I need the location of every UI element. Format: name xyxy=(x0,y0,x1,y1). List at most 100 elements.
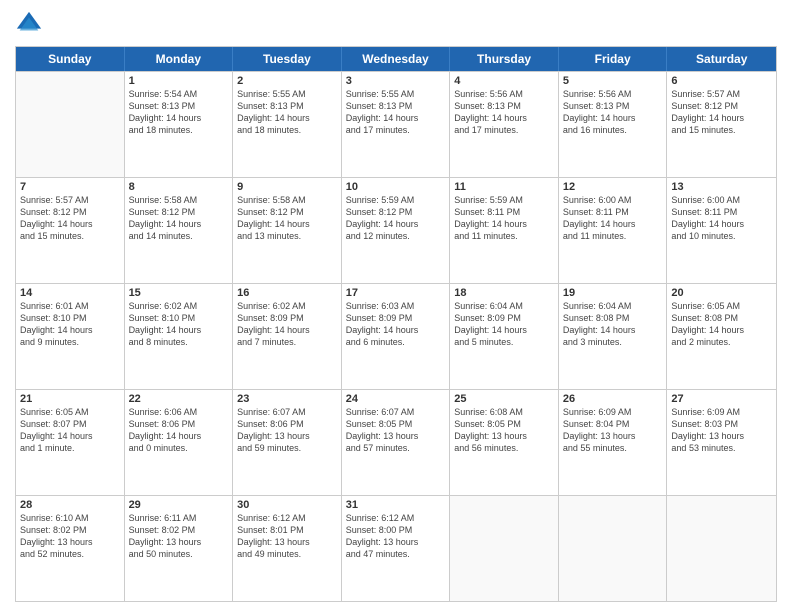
cell-info: Sunrise: 6:02 AM Sunset: 8:09 PM Dayligh… xyxy=(237,300,337,349)
calendar-cell: 5Sunrise: 5:56 AM Sunset: 8:13 PM Daylig… xyxy=(559,72,668,177)
logo-icon xyxy=(15,10,43,38)
calendar-cell: 3Sunrise: 5:55 AM Sunset: 8:13 PM Daylig… xyxy=(342,72,451,177)
day-number: 5 xyxy=(563,75,663,87)
calendar-cell: 10Sunrise: 5:59 AM Sunset: 8:12 PM Dayli… xyxy=(342,178,451,283)
cell-info: Sunrise: 6:00 AM Sunset: 8:11 PM Dayligh… xyxy=(671,194,772,243)
calendar-header-wednesday: Wednesday xyxy=(342,47,451,71)
calendar-week-0: 1Sunrise: 5:54 AM Sunset: 8:13 PM Daylig… xyxy=(16,71,776,177)
day-number: 15 xyxy=(129,287,229,299)
calendar-cell: 17Sunrise: 6:03 AM Sunset: 8:09 PM Dayli… xyxy=(342,284,451,389)
calendar-cell: 11Sunrise: 5:59 AM Sunset: 8:11 PM Dayli… xyxy=(450,178,559,283)
day-number: 30 xyxy=(237,499,337,511)
calendar-cell: 28Sunrise: 6:10 AM Sunset: 8:02 PM Dayli… xyxy=(16,496,125,601)
calendar-cell: 19Sunrise: 6:04 AM Sunset: 8:08 PM Dayli… xyxy=(559,284,668,389)
day-number: 26 xyxy=(563,393,663,405)
day-number: 28 xyxy=(20,499,120,511)
calendar-cell: 24Sunrise: 6:07 AM Sunset: 8:05 PM Dayli… xyxy=(342,390,451,495)
header xyxy=(15,10,777,38)
calendar-week-2: 14Sunrise: 6:01 AM Sunset: 8:10 PM Dayli… xyxy=(16,283,776,389)
calendar-cell: 30Sunrise: 6:12 AM Sunset: 8:01 PM Dayli… xyxy=(233,496,342,601)
cell-info: Sunrise: 6:09 AM Sunset: 8:04 PM Dayligh… xyxy=(563,406,663,455)
day-number: 13 xyxy=(671,181,772,193)
calendar-cell: 2Sunrise: 5:55 AM Sunset: 8:13 PM Daylig… xyxy=(233,72,342,177)
calendar-cell: 18Sunrise: 6:04 AM Sunset: 8:09 PM Dayli… xyxy=(450,284,559,389)
calendar-cell: 15Sunrise: 6:02 AM Sunset: 8:10 PM Dayli… xyxy=(125,284,234,389)
calendar-header-saturday: Saturday xyxy=(667,47,776,71)
day-number: 20 xyxy=(671,287,772,299)
day-number: 31 xyxy=(346,499,446,511)
calendar-header-thursday: Thursday xyxy=(450,47,559,71)
cell-info: Sunrise: 5:56 AM Sunset: 8:13 PM Dayligh… xyxy=(454,88,554,137)
day-number: 27 xyxy=(671,393,772,405)
day-number: 11 xyxy=(454,181,554,193)
calendar-cell: 20Sunrise: 6:05 AM Sunset: 8:08 PM Dayli… xyxy=(667,284,776,389)
calendar-page: SundayMondayTuesdayWednesdayThursdayFrid… xyxy=(0,0,792,612)
calendar-header-row: SundayMondayTuesdayWednesdayThursdayFrid… xyxy=(16,47,776,71)
cell-info: Sunrise: 6:04 AM Sunset: 8:08 PM Dayligh… xyxy=(563,300,663,349)
day-number: 22 xyxy=(129,393,229,405)
calendar-cell: 13Sunrise: 6:00 AM Sunset: 8:11 PM Dayli… xyxy=(667,178,776,283)
cell-info: Sunrise: 6:01 AM Sunset: 8:10 PM Dayligh… xyxy=(20,300,120,349)
cell-info: Sunrise: 6:10 AM Sunset: 8:02 PM Dayligh… xyxy=(20,512,120,561)
day-number: 18 xyxy=(454,287,554,299)
calendar-cell: 23Sunrise: 6:07 AM Sunset: 8:06 PM Dayli… xyxy=(233,390,342,495)
day-number: 10 xyxy=(346,181,446,193)
calendar-cell: 4Sunrise: 5:56 AM Sunset: 8:13 PM Daylig… xyxy=(450,72,559,177)
calendar-cell: 27Sunrise: 6:09 AM Sunset: 8:03 PM Dayli… xyxy=(667,390,776,495)
calendar-cell: 9Sunrise: 5:58 AM Sunset: 8:12 PM Daylig… xyxy=(233,178,342,283)
cell-info: Sunrise: 6:12 AM Sunset: 8:01 PM Dayligh… xyxy=(237,512,337,561)
cell-info: Sunrise: 6:12 AM Sunset: 8:00 PM Dayligh… xyxy=(346,512,446,561)
calendar-body: 1Sunrise: 5:54 AM Sunset: 8:13 PM Daylig… xyxy=(16,71,776,601)
day-number: 23 xyxy=(237,393,337,405)
cell-info: Sunrise: 6:07 AM Sunset: 8:05 PM Dayligh… xyxy=(346,406,446,455)
day-number: 25 xyxy=(454,393,554,405)
calendar-cell: 31Sunrise: 6:12 AM Sunset: 8:00 PM Dayli… xyxy=(342,496,451,601)
calendar-week-3: 21Sunrise: 6:05 AM Sunset: 8:07 PM Dayli… xyxy=(16,389,776,495)
calendar-cell xyxy=(667,496,776,601)
day-number: 16 xyxy=(237,287,337,299)
calendar-cell xyxy=(16,72,125,177)
day-number: 9 xyxy=(237,181,337,193)
calendar-header-monday: Monday xyxy=(125,47,234,71)
cell-info: Sunrise: 6:05 AM Sunset: 8:07 PM Dayligh… xyxy=(20,406,120,455)
calendar-week-1: 7Sunrise: 5:57 AM Sunset: 8:12 PM Daylig… xyxy=(16,177,776,283)
day-number: 4 xyxy=(454,75,554,87)
cell-info: Sunrise: 5:55 AM Sunset: 8:13 PM Dayligh… xyxy=(237,88,337,137)
calendar-week-4: 28Sunrise: 6:10 AM Sunset: 8:02 PM Dayli… xyxy=(16,495,776,601)
cell-info: Sunrise: 6:03 AM Sunset: 8:09 PM Dayligh… xyxy=(346,300,446,349)
calendar-header-friday: Friday xyxy=(559,47,668,71)
day-number: 17 xyxy=(346,287,446,299)
calendar-cell: 7Sunrise: 5:57 AM Sunset: 8:12 PM Daylig… xyxy=(16,178,125,283)
cell-info: Sunrise: 6:07 AM Sunset: 8:06 PM Dayligh… xyxy=(237,406,337,455)
day-number: 1 xyxy=(129,75,229,87)
calendar-cell: 6Sunrise: 5:57 AM Sunset: 8:12 PM Daylig… xyxy=(667,72,776,177)
calendar-cell: 21Sunrise: 6:05 AM Sunset: 8:07 PM Dayli… xyxy=(16,390,125,495)
cell-info: Sunrise: 5:59 AM Sunset: 8:11 PM Dayligh… xyxy=(454,194,554,243)
cell-info: Sunrise: 5:57 AM Sunset: 8:12 PM Dayligh… xyxy=(671,88,772,137)
calendar-cell: 1Sunrise: 5:54 AM Sunset: 8:13 PM Daylig… xyxy=(125,72,234,177)
cell-info: Sunrise: 6:06 AM Sunset: 8:06 PM Dayligh… xyxy=(129,406,229,455)
cell-info: Sunrise: 5:57 AM Sunset: 8:12 PM Dayligh… xyxy=(20,194,120,243)
calendar-cell: 14Sunrise: 6:01 AM Sunset: 8:10 PM Dayli… xyxy=(16,284,125,389)
calendar-cell xyxy=(559,496,668,601)
day-number: 8 xyxy=(129,181,229,193)
calendar-cell: 26Sunrise: 6:09 AM Sunset: 8:04 PM Dayli… xyxy=(559,390,668,495)
cell-info: Sunrise: 6:05 AM Sunset: 8:08 PM Dayligh… xyxy=(671,300,772,349)
cell-info: Sunrise: 5:58 AM Sunset: 8:12 PM Dayligh… xyxy=(237,194,337,243)
cell-info: Sunrise: 5:55 AM Sunset: 8:13 PM Dayligh… xyxy=(346,88,446,137)
day-number: 14 xyxy=(20,287,120,299)
cell-info: Sunrise: 6:08 AM Sunset: 8:05 PM Dayligh… xyxy=(454,406,554,455)
calendar-cell xyxy=(450,496,559,601)
cell-info: Sunrise: 6:09 AM Sunset: 8:03 PM Dayligh… xyxy=(671,406,772,455)
cell-info: Sunrise: 5:58 AM Sunset: 8:12 PM Dayligh… xyxy=(129,194,229,243)
day-number: 12 xyxy=(563,181,663,193)
logo xyxy=(15,10,47,38)
day-number: 2 xyxy=(237,75,337,87)
cell-info: Sunrise: 5:59 AM Sunset: 8:12 PM Dayligh… xyxy=(346,194,446,243)
day-number: 19 xyxy=(563,287,663,299)
calendar-cell: 25Sunrise: 6:08 AM Sunset: 8:05 PM Dayli… xyxy=(450,390,559,495)
day-number: 21 xyxy=(20,393,120,405)
day-number: 3 xyxy=(346,75,446,87)
cell-info: Sunrise: 5:54 AM Sunset: 8:13 PM Dayligh… xyxy=(129,88,229,137)
cell-info: Sunrise: 6:11 AM Sunset: 8:02 PM Dayligh… xyxy=(129,512,229,561)
